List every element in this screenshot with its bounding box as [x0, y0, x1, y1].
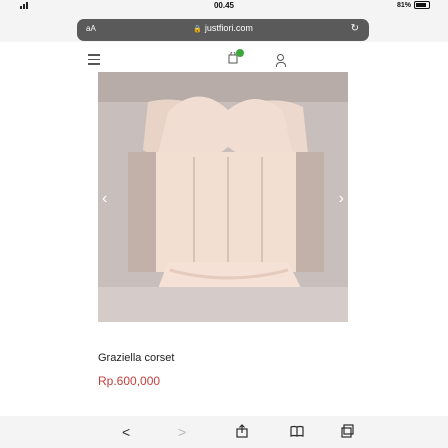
address-bar[interactable]: aA 🔒 justfiori.com ↻ [77, 19, 369, 41]
battery-icon [414, 1, 430, 9]
tabs-icon[interactable] [340, 424, 354, 441]
battery-percent: 81% [396, 1, 411, 9]
corset-photo [98, 72, 348, 322]
url-text: justfiori.com [204, 23, 253, 33]
product-image[interactable]: ‹ › [98, 72, 348, 322]
browser-toolbar: < > [0, 416, 448, 448]
product-name: Graziella corset [98, 352, 175, 364]
forward-button[interactable]: > [178, 424, 186, 440]
url-field[interactable]: 🔒 justfiori.com [77, 23, 369, 33]
mobile-screen: 00.45 81% aA 🔒 justfiori.com ↻ ‹ › Grazi… [0, 0, 448, 448]
share-icon[interactable] [236, 424, 248, 441]
lock-icon: 🔒 [193, 26, 202, 33]
reload-icon[interactable]: ↻ [351, 23, 359, 34]
hamburger-menu-icon[interactable] [88, 54, 100, 65]
product-price: Rp.600,000 [98, 374, 161, 388]
carousel-next-icon[interactable]: › [339, 190, 344, 208]
user-icon[interactable] [276, 54, 286, 67]
bookmarks-icon[interactable] [290, 424, 304, 440]
browser-address-area: aA 🔒 justfiori.com ↻ [0, 12, 448, 42]
cart-badge [236, 49, 244, 57]
status-right: 81% [397, 1, 430, 9]
back-button[interactable]: < [122, 424, 130, 440]
carousel-prev-icon[interactable]: ‹ [102, 190, 107, 208]
site-header [78, 46, 370, 74]
status-bar: 00.45 81% [0, 0, 448, 12]
status-time: 00.45 [213, 1, 235, 10]
